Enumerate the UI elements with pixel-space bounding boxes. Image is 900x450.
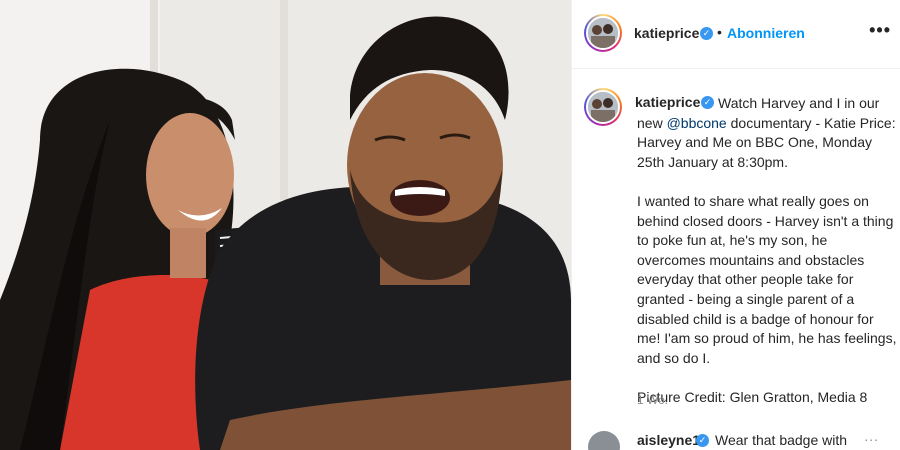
post-timestamp[interactable]: 1 Wo. bbox=[637, 393, 668, 407]
verified-badge-icon: ✓ bbox=[696, 434, 709, 447]
verified-badge-icon: ✓ bbox=[700, 27, 713, 40]
commenter-avatar[interactable] bbox=[588, 431, 620, 450]
caption-avatar[interactable] bbox=[584, 88, 622, 126]
author-avatar[interactable] bbox=[584, 14, 622, 52]
mention-link[interactable]: @bbcone bbox=[667, 115, 727, 131]
post-photo-illustration bbox=[0, 0, 571, 450]
separator-dot: • bbox=[717, 24, 722, 40]
caption-text: Watch Harvey and I in our new @bbcone do… bbox=[637, 94, 897, 427]
comment-text: Wear that badge with bbox=[715, 432, 848, 448]
more-options-icon[interactable]: ••• bbox=[869, 20, 891, 41]
caption-paragraph-1: Watch Harvey and I in our new @bbcone do… bbox=[637, 94, 897, 172]
author-username[interactable]: katieprice bbox=[634, 25, 699, 41]
post-header: katieprice ✓ • Abonnieren ••• bbox=[572, 0, 900, 69]
commenter-username[interactable]: aisleyne1 bbox=[637, 432, 700, 448]
post-photo[interactable] bbox=[0, 0, 571, 450]
caption-paragraph-2: I wanted to share what really goes on be… bbox=[637, 192, 897, 366]
post-side-panel: katieprice ✓ • Abonnieren ••• katieprice… bbox=[571, 0, 900, 450]
follow-button[interactable]: Abonnieren bbox=[727, 25, 805, 41]
comment-row: aisleyne1 ✓ Wear that badge with ... bbox=[572, 428, 900, 450]
caption-paragraph-3: Picture Credit: Glen Gratton, Media 8 bbox=[637, 388, 868, 405]
comment-more-icon[interactable]: ... bbox=[864, 428, 879, 444]
